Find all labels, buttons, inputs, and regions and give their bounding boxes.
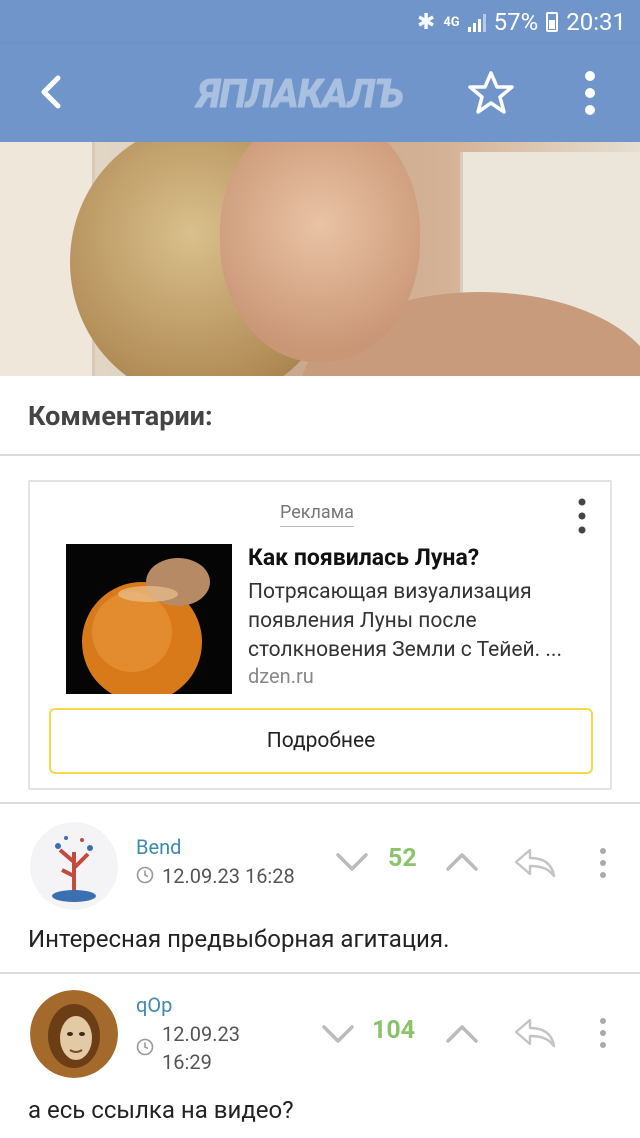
vote-down-icon[interactable] [320,1022,356,1046]
signal-icon [467,12,486,32]
reply-icon[interactable] [512,846,558,880]
comments-title: Комментарии: [28,400,213,432]
more-vertical-icon[interactable] [570,68,610,118]
ad-title[interactable]: Как появилась Луна? [248,544,479,571]
comment-more-icon[interactable] [598,1016,608,1050]
vote-down-icon[interactable] [334,850,370,874]
ad-label: Реклама [280,502,354,527]
app-bar: ЯПЛАКАЛЪ [0,44,640,142]
comment-text: а есь ссылка на видео? [28,1096,294,1124]
comment-author[interactable]: Bend [136,835,181,859]
ad-more-icon[interactable] [572,496,592,536]
comment-date-time: 16:29 [162,1050,212,1074]
comment-score: 52 [388,844,417,873]
avatar[interactable] [30,822,118,910]
comment-more-icon[interactable] [598,846,608,880]
photo-face [220,142,420,362]
back-arrow-icon[interactable] [28,68,76,116]
comment-date-day: 12.09.23 [162,1022,240,1046]
comment-date: 12.09.23 16:28 [162,864,295,888]
comment-text: Интересная предвыборная агитация. [28,925,450,953]
vote-up-icon[interactable] [444,850,480,874]
ad-image[interactable] [66,544,232,694]
ad-description: Потрясающая визуализация появления Луны … [248,580,562,662]
divider [0,802,640,804]
comment-author[interactable]: qOp [136,993,172,1017]
comments-header: Комментарии: [0,376,640,456]
ad-block[interactable]: Реклама Как появилась Луна? Потрясающая … [28,480,612,790]
clock-icon [136,866,154,884]
divider [0,972,640,974]
ad-more-button[interactable]: Подробнее [49,708,593,774]
star-icon[interactable] [466,68,516,118]
post-video-frame[interactable] [0,142,640,376]
status-bar: ✱ 4G 57% 20:31 [0,0,640,44]
avatar[interactable] [30,990,118,1078]
battery-icon [546,12,559,32]
comment-date: 12.09.23 16:29 [162,1020,240,1076]
bluetooth-icon: ✱ [416,9,436,35]
reply-icon[interactable] [512,1016,558,1050]
comment-score: 104 [372,1016,416,1045]
vote-up-icon[interactable] [444,1022,480,1046]
battery-percent: 57% [493,8,539,36]
network-type-label: 4G [443,14,460,30]
clock-time: 20:31 [566,8,626,36]
site-logo[interactable]: ЯПЛАКАЛЪ [198,70,404,117]
clock-icon [136,1038,154,1056]
ad-domain: dzen.ru [248,664,314,688]
